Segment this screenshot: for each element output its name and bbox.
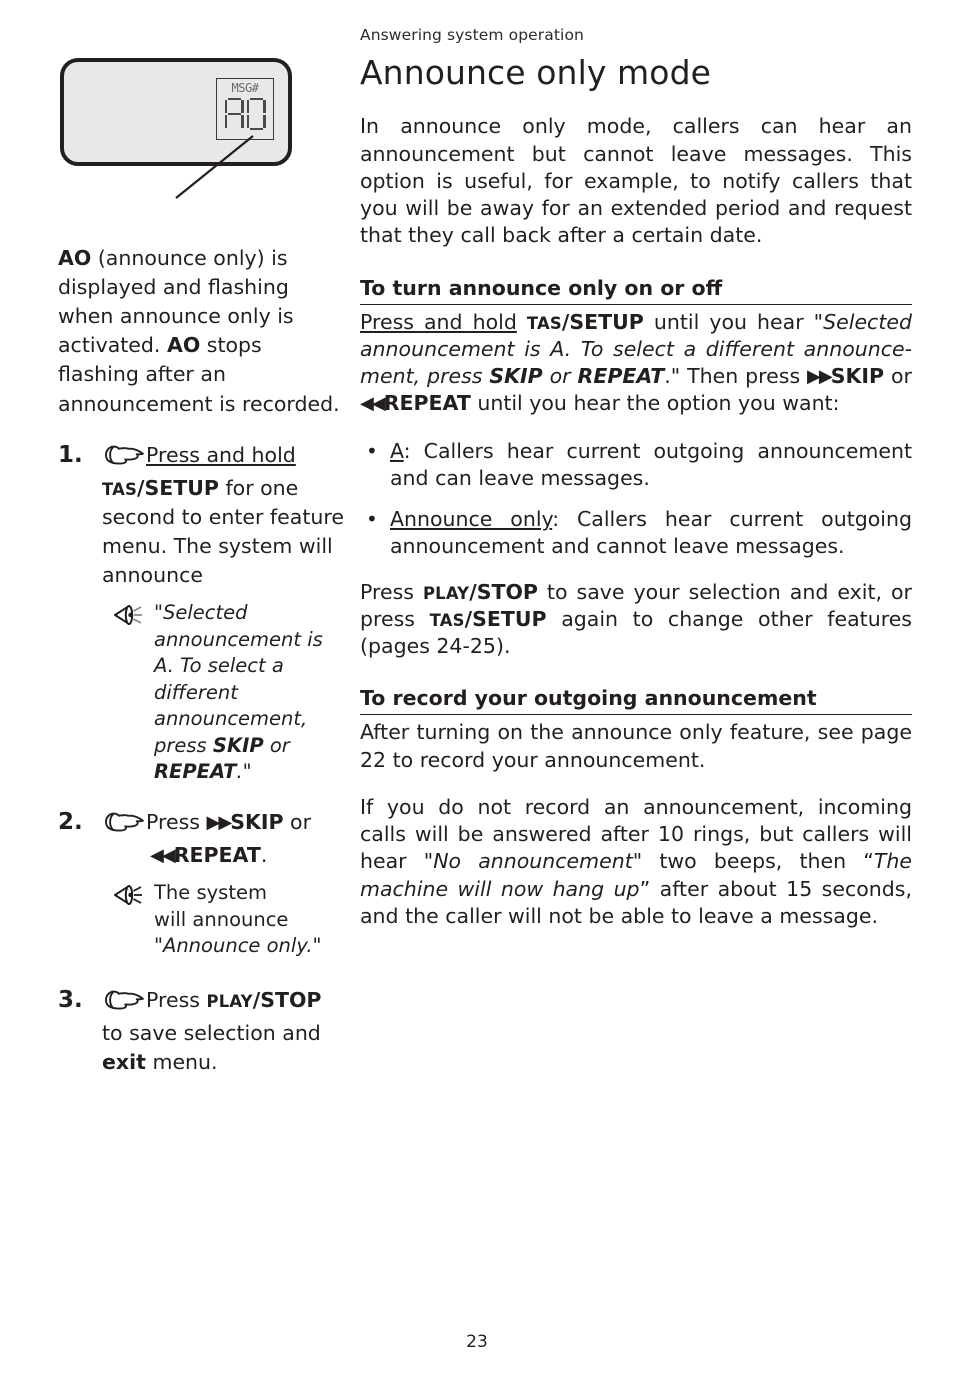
- step-2-quote-close: ": [312, 934, 322, 958]
- step-2-quote-open: ": [154, 934, 163, 958]
- section-1-instruction-paragraph: Press and hold TAS/SETUP until you hear …: [360, 309, 912, 418]
- sec1-or: or: [884, 364, 912, 389]
- repeat-button-ref: ◀◀REPEAT: [150, 843, 261, 867]
- repeat-label: REPEAT: [173, 842, 261, 867]
- step-1-voice-note: "Selected announcement is A. To select a…: [102, 600, 346, 786]
- sec1-text-3: until you hear the option you want:: [470, 391, 840, 416]
- fast-forward-icon: ▶▶: [807, 366, 833, 388]
- skip-button-ref: ▶▶SKIP: [807, 364, 884, 388]
- left-column: MSG# AO (announce only) is displayed and…: [58, 56, 346, 1077]
- step-1-quote-close: .": [236, 760, 252, 784]
- section-heading-record-announcement: To record your outgoing announcement: [360, 686, 912, 716]
- step-3-bold-exit: exit: [102, 1049, 146, 1074]
- step-2-press-label: Press: [146, 809, 207, 834]
- seg-char-a: [224, 98, 244, 130]
- sec2-italic-1: No announcement: [433, 849, 633, 874]
- pointing-hand-icon: [102, 811, 144, 841]
- sec1-text-2: ." Then press: [664, 364, 808, 389]
- rewind-icon: ◀◀: [150, 844, 176, 866]
- lcd-caption: AO (announce only) is displayed and flas…: [58, 244, 346, 419]
- list-item: Announce only: Callers hear current outg…: [360, 506, 912, 561]
- section-2-paragraph-1: After turning on the announce only featu…: [360, 720, 912, 772]
- step-1-body: Press and hold TAS/SETUP for one second t…: [102, 441, 346, 591]
- option-term-announce-only: Announce only: [390, 507, 553, 532]
- lcd-screen-zoom-box: MSG#: [216, 78, 274, 140]
- step-3-press-label: Press: [146, 987, 207, 1012]
- step-3-rest-2: menu.: [145, 1049, 218, 1074]
- sec1-italic-bold-skip: SKIP: [489, 364, 543, 389]
- step-3-bold: /STOP: [252, 987, 322, 1012]
- lcd-segment-display: [224, 98, 266, 130]
- step-2-note-line-1: The system: [154, 881, 267, 905]
- step-1-bold: /SETUP: [137, 475, 219, 500]
- repeat-button-ref: ◀◀REPEAT: [360, 391, 471, 415]
- step-1-italic-bold-repeat: REPEAT: [154, 760, 237, 784]
- step-3: 3. Press PLAY/STOP to save selection and…: [58, 986, 346, 1077]
- intro-paragraph: In announce only mode, callers can hear …: [360, 114, 912, 248]
- step-1-number: 1.: [58, 441, 83, 468]
- tas-smallcaps: TAS: [526, 313, 562, 333]
- lcd-illustration: MSG#: [58, 56, 310, 238]
- section-heading-turn-on-off: To turn announce only on or off: [360, 276, 912, 305]
- step-1-italic-bold-skip: SKIP: [212, 733, 264, 757]
- repeat-label: REPEAT: [383, 391, 471, 416]
- speaker-icon: [112, 602, 146, 636]
- step-1-underlined: Press and hold: [146, 442, 296, 467]
- sec2-text-2: " two beeps, then “: [632, 849, 874, 874]
- skip-label: SKIP: [830, 364, 885, 389]
- save-selection-paragraph: Press PLAY/STOP to save your selection a…: [360, 579, 912, 661]
- document-page: Answering system operation MSG# AO (anno…: [0, 0, 954, 1380]
- step-2: 2. Press ▶▶SKIP or ◀◀REPEAT. The system w…: [58, 808, 346, 960]
- lcd-body: MSG#: [60, 58, 292, 166]
- save-press-1: Press: [360, 579, 423, 604]
- step-2-number: 2.: [58, 808, 83, 835]
- caption-bold-ao-1: AO: [58, 246, 92, 270]
- running-header: Answering system operation: [360, 26, 584, 44]
- step-2-body: Press ▶▶SKIP or ◀◀REPEAT.: [102, 808, 346, 870]
- lcd-msg-label: MSG#: [231, 81, 259, 95]
- sec1-italic-2: or: [542, 364, 578, 389]
- skip-label: SKIP: [230, 809, 284, 834]
- step-3-number: 3.: [58, 986, 83, 1013]
- play-smallcaps: PLAY: [422, 583, 470, 603]
- caption-bold-ao-2: AO: [166, 333, 201, 358]
- step-1-quote-open: ": [154, 601, 163, 625]
- right-column: Announce only mode In announce only mode…: [360, 53, 912, 950]
- step-1: 1. Press and hold TAS/SETUP for one secon…: [58, 441, 346, 786]
- step-2-or: or: [283, 809, 312, 834]
- seg-char-o: [246, 98, 266, 130]
- setup-bold: /SETUP: [464, 606, 547, 631]
- speaker-icon: [112, 882, 146, 916]
- sec1-italic-bold-repeat: REPEAT: [577, 364, 665, 389]
- sec1-text-1: until you hear ": [643, 309, 824, 334]
- setup-bold: /SETUP: [561, 309, 644, 334]
- skip-button-ref: ▶▶SKIP: [206, 810, 283, 834]
- step-3-rest-1: to save selection and: [102, 1020, 321, 1045]
- pointing-hand-icon: [102, 444, 144, 474]
- rewind-icon: ◀◀: [360, 393, 386, 415]
- press-and-hold-underlined: Press and hold: [360, 309, 517, 334]
- step-1-smallcaps: TAS: [102, 479, 137, 499]
- page-title: Announce only mode: [360, 53, 712, 92]
- step-2-period: .: [260, 842, 268, 867]
- step-3-smallcaps: PLAY: [206, 991, 253, 1011]
- step-2-note-line-2: will announce: [154, 907, 289, 931]
- page-number: 23: [466, 1332, 488, 1352]
- step-3-body: Press PLAY/STOP to save selection and ex…: [102, 986, 346, 1077]
- section-2-paragraph-2: If you do not record an announcement, in…: [360, 794, 912, 930]
- tas-smallcaps: TAS: [429, 610, 465, 630]
- option-term-a: A: [390, 438, 404, 463]
- option-desc-a: : Callers hear current outgoing announce…: [390, 438, 912, 490]
- pointing-hand-icon: [102, 989, 144, 1019]
- step-2-voice-note: The system will announce "Announce only.": [102, 880, 346, 960]
- step-1-italic-2: or: [263, 733, 290, 757]
- announce-option-list: A: Callers hear current outgoing announc…: [360, 438, 912, 561]
- stop-bold: /STOP: [469, 579, 538, 604]
- fast-forward-icon: ▶▶: [206, 811, 232, 833]
- step-2-note-italic: Announce only.: [162, 934, 313, 958]
- list-item: A: Callers hear current outgoing announc…: [360, 438, 912, 493]
